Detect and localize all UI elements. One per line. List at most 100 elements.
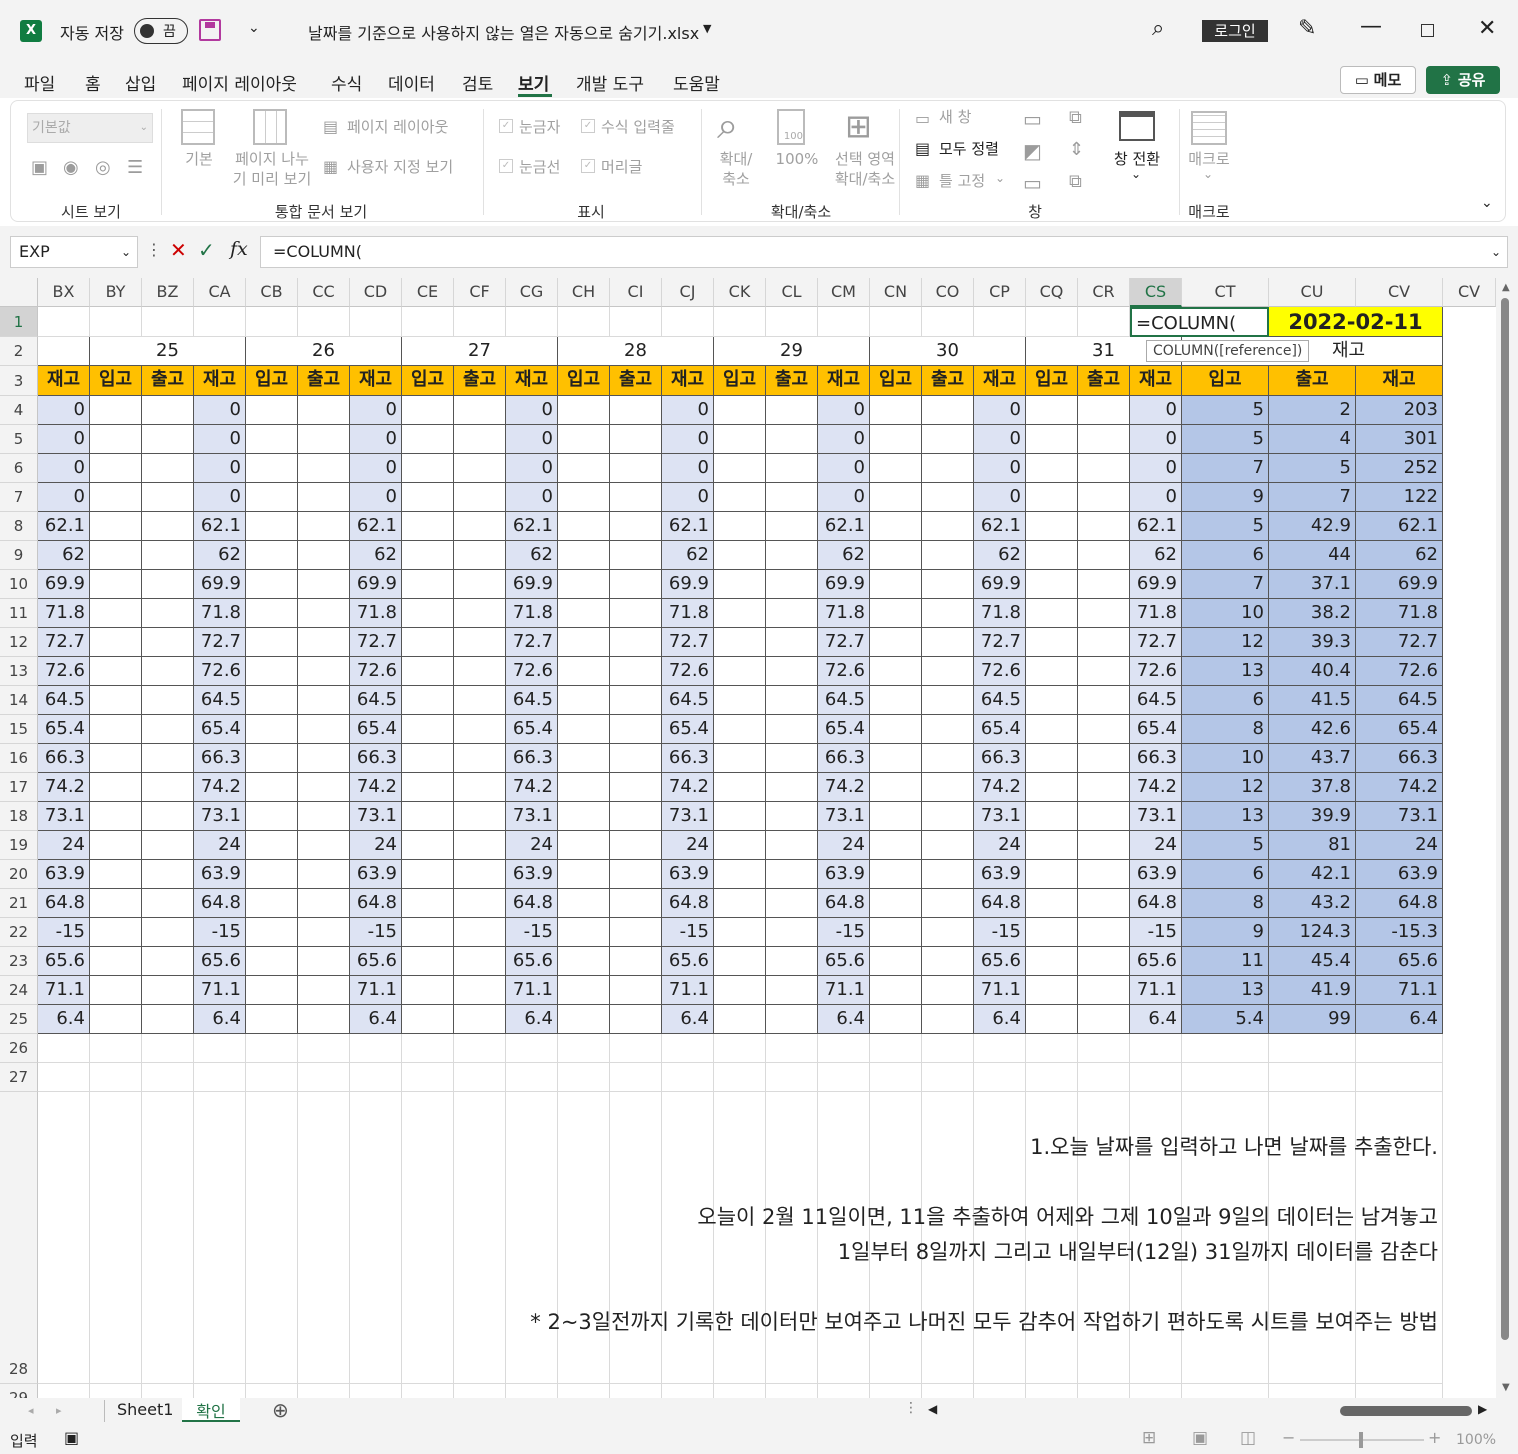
summary-stock-cell[interactable]: 72.6 — [1356, 657, 1443, 686]
empty-cell[interactable] — [298, 512, 350, 541]
empty-cell[interactable] — [90, 889, 142, 918]
empty-cell[interactable] — [558, 773, 610, 802]
row-header[interactable]: 15 — [0, 715, 38, 744]
grid-cell[interactable] — [818, 1384, 870, 1398]
empty-cell[interactable] — [142, 947, 194, 976]
filename-dropdown-icon[interactable]: ▼ — [703, 22, 711, 35]
stock-cell[interactable]: 0 — [194, 483, 246, 512]
stock-cell[interactable]: 72.7 — [506, 628, 558, 657]
summary-out-cell[interactable]: 99 — [1269, 1005, 1356, 1034]
stock-cell[interactable]: -15 — [974, 918, 1026, 947]
stock-cell[interactable]: 73.1 — [974, 802, 1026, 831]
row-header[interactable]: 4 — [0, 396, 38, 425]
empty-cell[interactable] — [142, 396, 194, 425]
view-options-icon[interactable]: ☰ — [127, 157, 143, 178]
stock-cell[interactable]: 65.6 — [662, 947, 714, 976]
empty-cell[interactable] — [402, 628, 454, 657]
empty-cell[interactable] — [1078, 889, 1130, 918]
grid-cell[interactable] — [1026, 1034, 1078, 1063]
stock-cell[interactable]: 0 — [38, 483, 90, 512]
empty-cell[interactable] — [90, 628, 142, 657]
empty-cell[interactable] — [1078, 802, 1130, 831]
grid-cell[interactable] — [298, 1063, 350, 1092]
empty-cell[interactable] — [246, 918, 298, 947]
stock-cell[interactable]: 0 — [1130, 483, 1182, 512]
stock-cell[interactable]: 71.8 — [350, 599, 402, 628]
empty-cell[interactable] — [298, 686, 350, 715]
stock-cell[interactable]: 74.2 — [38, 773, 90, 802]
row-header[interactable]: 18 — [0, 802, 38, 831]
row-header[interactable]: 13 — [0, 657, 38, 686]
empty-cell[interactable] — [610, 802, 662, 831]
new-view-icon[interactable]: ◎ — [95, 157, 111, 178]
column-header[interactable]: BX — [38, 278, 90, 307]
grid-cell[interactable] — [90, 1384, 142, 1398]
stock-cell[interactable]: 65.4 — [1130, 715, 1182, 744]
autosave-toggle[interactable]: 끔 — [134, 18, 188, 44]
empty-cell[interactable] — [246, 715, 298, 744]
empty-cell[interactable] — [558, 570, 610, 599]
row-header[interactable]: 16 — [0, 744, 38, 773]
summary-stock-cell[interactable]: 65.6 — [1356, 947, 1443, 976]
row-header[interactable]: 23 — [0, 947, 38, 976]
empty-cell[interactable] — [558, 802, 610, 831]
stock-cell[interactable]: 0 — [506, 396, 558, 425]
grid-cell[interactable] — [974, 1384, 1026, 1398]
stock-cell[interactable]: 69.9 — [662, 570, 714, 599]
stock-cell[interactable]: 64.5 — [38, 686, 90, 715]
empty-cell[interactable] — [1026, 744, 1078, 773]
empty-cell[interactable] — [402, 889, 454, 918]
empty-cell[interactable] — [402, 686, 454, 715]
empty-cell[interactable] — [714, 512, 766, 541]
column-header[interactable]: CK — [714, 278, 766, 307]
empty-cell[interactable] — [1078, 947, 1130, 976]
empty-cell[interactable] — [90, 396, 142, 425]
hide-window-icon[interactable]: ◩ — [1023, 139, 1042, 163]
menu-formulas[interactable]: 수식 — [331, 70, 362, 95]
empty-cell[interactable] — [298, 628, 350, 657]
grid-cell[interactable] — [194, 1034, 246, 1063]
stock-cell[interactable]: 65.4 — [350, 715, 402, 744]
grid-cell[interactable] — [922, 307, 974, 337]
stock-cell[interactable]: 71.8 — [662, 599, 714, 628]
empty-cell[interactable] — [558, 599, 610, 628]
column-header[interactable]: BZ — [142, 278, 194, 307]
empty-cell[interactable] — [246, 773, 298, 802]
grid-cell[interactable] — [870, 1063, 922, 1092]
empty-cell[interactable] — [298, 599, 350, 628]
empty-cell[interactable] — [766, 947, 818, 976]
summary-in-cell[interactable]: 6 — [1182, 686, 1269, 715]
empty-cell[interactable] — [870, 947, 922, 976]
empty-cell[interactable] — [1026, 570, 1078, 599]
stock-cell[interactable]: 73.1 — [662, 802, 714, 831]
grid-cell[interactable] — [1078, 1384, 1130, 1398]
empty-cell[interactable] — [142, 1005, 194, 1034]
row-header[interactable]: 2 — [0, 337, 38, 366]
row-header[interactable]: 5 — [0, 425, 38, 454]
empty-cell[interactable] — [246, 628, 298, 657]
grid-cell[interactable] — [1026, 1384, 1078, 1398]
grid-cell[interactable] — [1356, 1063, 1443, 1092]
empty-cell[interactable] — [454, 889, 506, 918]
empty-cell[interactable] — [714, 483, 766, 512]
empty-cell[interactable] — [1078, 918, 1130, 947]
hundred-percent-button[interactable]: 100% — [775, 149, 819, 169]
sheet-view-dropdown[interactable]: 기본값 ⌄ — [27, 113, 153, 143]
stock-cell[interactable]: 6.4 — [662, 1005, 714, 1034]
empty-cell[interactable] — [922, 686, 974, 715]
column-header[interactable]: CT — [1182, 278, 1269, 307]
menu-file[interactable]: 파일 — [24, 70, 55, 95]
grid-cell[interactable] — [1269, 1034, 1356, 1063]
empty-cell[interactable] — [558, 947, 610, 976]
empty-cell[interactable] — [558, 860, 610, 889]
summary-out-cell[interactable]: 41.9 — [1269, 976, 1356, 1005]
stock-cell[interactable]: 71.8 — [506, 599, 558, 628]
column-header[interactable]: CF — [454, 278, 506, 307]
unhide-window-icon[interactable]: ▭ — [1023, 171, 1042, 195]
magnifier-icon[interactable]: ⌕ — [717, 103, 738, 148]
empty-cell[interactable] — [298, 483, 350, 512]
freeze-panes-icon[interactable]: ▦ — [915, 171, 930, 190]
stock-cell[interactable]: 74.2 — [506, 773, 558, 802]
tab-active-confirm[interactable]: 확인 — [182, 1398, 240, 1422]
empty-cell[interactable] — [922, 512, 974, 541]
